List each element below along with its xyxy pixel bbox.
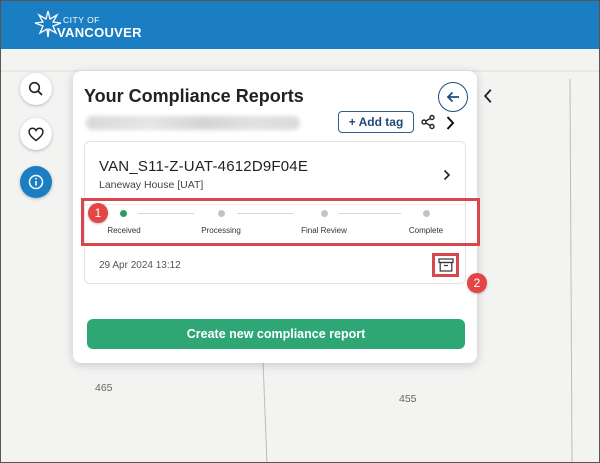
annotation-box-progress (81, 198, 480, 246)
parcel-number-label: 465 (95, 382, 113, 394)
chevron-right-icon[interactable] (444, 115, 456, 131)
panel-title: Your Compliance Reports (84, 86, 304, 106)
back-button[interactable] (438, 82, 468, 112)
chevron-right-icon[interactable] (443, 169, 451, 181)
top-header: CITY OF VANCOUVER (1, 1, 599, 49)
annotation-badge-2: 2 (467, 273, 487, 293)
add-tag-button[interactable]: + Add tag (338, 111, 414, 133)
report-id: VAN_S11-Z-UAT-4612D9F04E (99, 158, 309, 175)
share-icon[interactable] (420, 114, 436, 130)
address-blurred (86, 116, 300, 130)
chevron-left-icon[interactable] (481, 88, 495, 104)
annotation-badge-1: 1 (88, 203, 108, 223)
app-frame: CITY OF VANCOUVER 465 455 Your Complianc… (0, 0, 600, 463)
search-button[interactable] (20, 73, 52, 105)
report-date: 29 Apr 2024 13:12 (99, 260, 181, 271)
report-type: Laneway House [UAT] (99, 179, 204, 191)
search-icon (28, 81, 43, 96)
arrow-left-icon (446, 91, 459, 103)
parcel-number-label: 455 (399, 393, 417, 405)
create-report-button[interactable]: Create new compliance report (87, 319, 465, 349)
logo-name-text: VANCOUVER (57, 25, 142, 40)
info-icon (28, 174, 44, 190)
info-button[interactable] (20, 166, 52, 198)
city-logo[interactable]: CITY OF VANCOUVER (23, 7, 142, 45)
favorites-button[interactable] (20, 118, 52, 150)
logo-city-text: CITY OF (63, 15, 100, 25)
annotation-box-archive (432, 253, 459, 277)
heart-icon (28, 126, 44, 141)
